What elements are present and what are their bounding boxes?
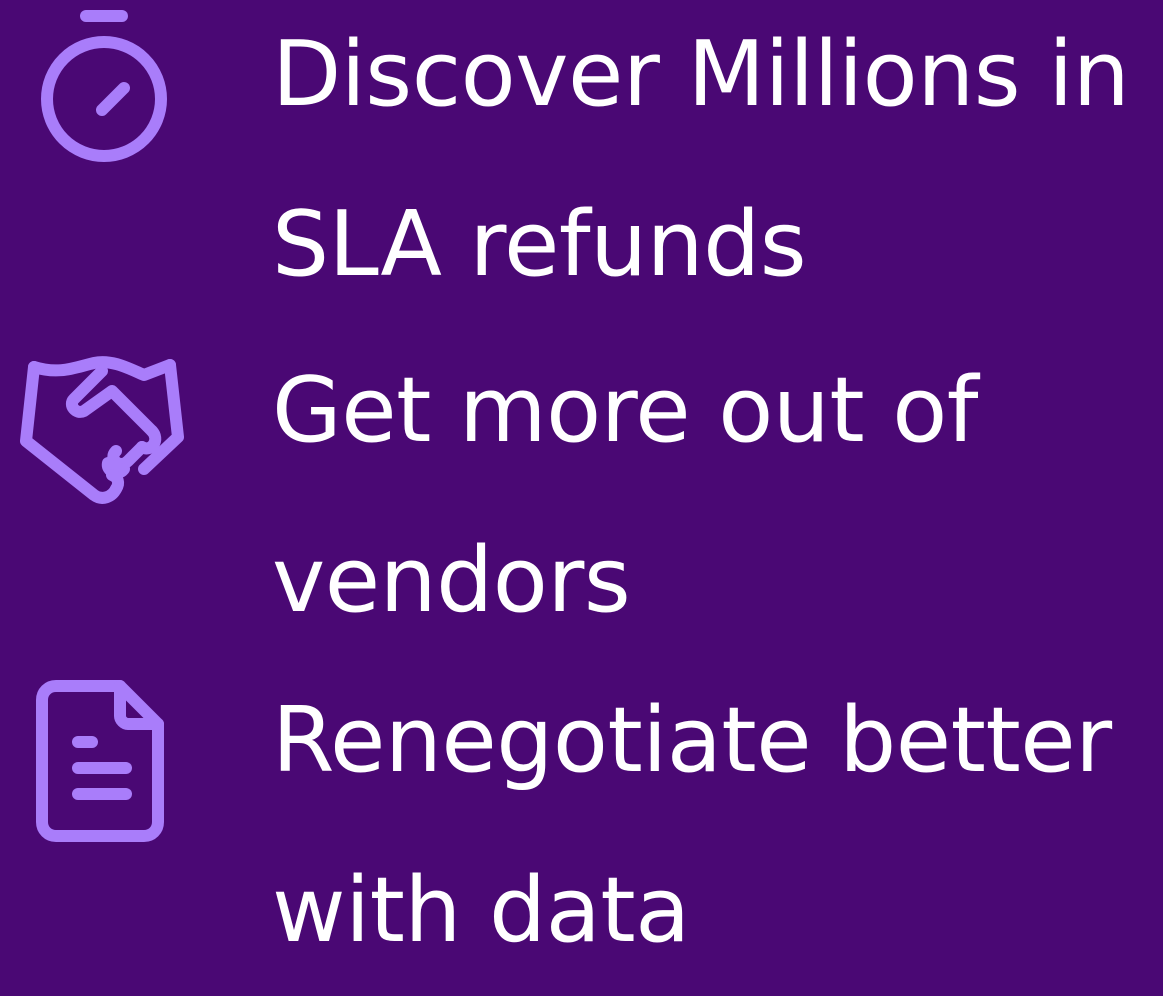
feature-line: SLA refunds — [272, 192, 807, 297]
feature-line: Renegotiate better — [272, 688, 1112, 793]
feature-list: Discover Millions in SLA refunds Get mor… — [0, 0, 1163, 963]
stopwatch-icon — [28, 2, 168, 182]
feature-text-renegotiate: Renegotiate better with data — [272, 656, 1112, 996]
feature-line: Get more out of — [272, 358, 979, 463]
feature-line: vendors — [272, 528, 631, 633]
feature-line: with data — [272, 858, 690, 963]
handshake-icon — [20, 345, 190, 515]
feature-text-vendors: Get more out of vendors — [272, 326, 979, 666]
feature-line: Discover Millions in — [272, 22, 1130, 127]
document-icon — [30, 672, 175, 847]
feature-text-sla-refunds: Discover Millions in SLA refunds — [272, 0, 1130, 330]
